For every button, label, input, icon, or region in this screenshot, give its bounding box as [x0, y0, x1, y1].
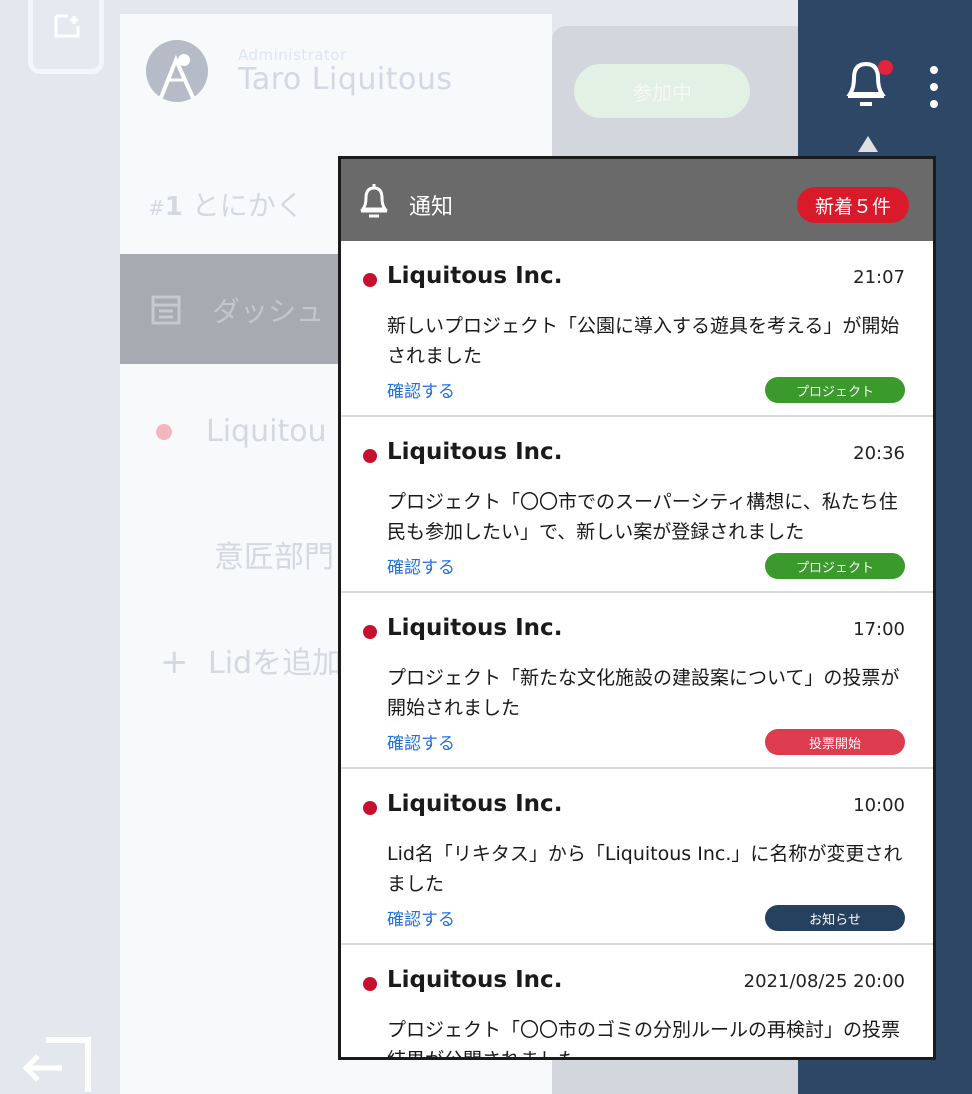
logout-button[interactable]: [22, 1036, 92, 1094]
notification-sender: Liquitous Inc.: [387, 439, 563, 465]
notification-item[interactable]: Liquitous Inc. 10:00 Lid名「リキタス」から「Liquit…: [341, 769, 933, 945]
notification-message: プロジェクト「〇〇市のゴミの分別ルールの再検討」の投票結果が公開されました: [387, 1019, 901, 1060]
more-vertical-icon: [930, 66, 938, 74]
confirm-link[interactable]: 確認する: [387, 729, 455, 754]
logout-icon: [22, 1037, 91, 1092]
dashboard-icon: [151, 295, 181, 325]
project-name: とにかく: [191, 189, 304, 222]
dashboard-label: ダッシュ: [212, 295, 325, 328]
avatar: [146, 40, 208, 102]
notification-item[interactable]: Liquitous Inc. 20:36 プロジェクト「〇〇市でのスーパーシティ…: [341, 417, 933, 593]
notification-sender: Liquitous Inc.: [387, 791, 563, 817]
lid-unread-dot: [156, 423, 172, 440]
notification-time: 21:07: [853, 267, 905, 288]
plus-icon: +: [160, 642, 189, 682]
category-tag: プロジェクト: [765, 553, 905, 579]
notification-item[interactable]: Liquitous Inc. 17:00 プロジェクト「新たな文化施設の建設案に…: [341, 593, 933, 769]
category-tag: プロジェクト: [765, 377, 905, 403]
avatar-image: [158, 54, 196, 101]
app-logo-button[interactable]: [28, 0, 104, 74]
notification-time: 2021/08/25 20:00: [743, 971, 905, 992]
notification-message: Lid名「リキタス」から「Liquitous Inc.」に名称が変更されました: [387, 843, 903, 895]
profile-text: Administrator Taro Liquitous: [238, 46, 453, 97]
user-name: Taro Liquitous: [238, 61, 453, 97]
notification-time: 17:00: [853, 619, 905, 640]
joined-status-badge: 参加中: [574, 64, 750, 118]
notification-time: 20:36: [853, 443, 905, 464]
notification-popup-header: 通知 新着５件: [341, 159, 933, 241]
notification-message: 新しいプロジェクト「公園に導入する遊具を考える」が開始されました: [387, 315, 900, 367]
popup-caret: [858, 136, 878, 152]
notification-sender: Liquitous Inc.: [387, 263, 563, 289]
bell-icon: [360, 184, 388, 218]
app-rail: [0, 0, 120, 1094]
app-logo-icon: [54, 14, 80, 38]
project-number-prefix: #: [148, 196, 165, 220]
unread-dot: [363, 977, 377, 991]
notification-list: Liquitous Inc. 21:07 新しいプロジェクト「公園に導入する遊具…: [341, 241, 933, 1060]
notification-message: プロジェクト「〇〇市でのスーパーシティ構想に、私たち住民も参加したい」で、新しい…: [387, 491, 898, 543]
more-vertical-icon-dot: [930, 83, 938, 91]
notification-sender: Liquitous Inc.: [387, 967, 563, 993]
notification-title: 通知: [409, 195, 454, 220]
new-count-badge: 新着５件: [796, 187, 909, 223]
more-menu-button[interactable]: [928, 66, 940, 117]
user-profile[interactable]: Administrator Taro Liquitous: [146, 40, 453, 102]
unread-dot: [363, 273, 377, 287]
notification-time: 10:00: [853, 795, 905, 816]
unread-dot: [363, 449, 377, 463]
project-number: #1: [148, 192, 183, 222]
confirm-link[interactable]: 確認する: [387, 553, 455, 578]
confirm-link[interactable]: 確認する: [387, 377, 455, 402]
confirm-link[interactable]: 確認する: [387, 905, 455, 930]
sidebar-item-project[interactable]: #1 とにかく: [148, 184, 304, 224]
unread-dot: [363, 801, 377, 815]
notification-item[interactable]: Liquitous Inc. 21:07 新しいプロジェクト「公園に導入する遊具…: [341, 241, 933, 417]
notification-item[interactable]: Liquitous Inc. 2021/08/25 20:00 プロジェクト「〇…: [341, 945, 933, 1060]
add-lid-button[interactable]: + Lidを追加: [160, 638, 342, 682]
unread-dot: [363, 625, 377, 639]
add-lid-label: Lidを追加: [208, 646, 343, 681]
notification-message: プロジェクト「新たな文化施設の建設案について」の投票が開始されました: [387, 667, 900, 719]
sidebar-item-department[interactable]: 意匠部門: [214, 532, 334, 576]
sidebar-item-lid[interactable]: Liquitou: [156, 414, 327, 449]
notification-sender: Liquitous Inc.: [387, 615, 563, 641]
lid-label: Liquitou: [206, 414, 327, 449]
more-vertical-icon-dot: [930, 100, 938, 108]
category-tag: お知らせ: [765, 905, 905, 931]
project-number-value: 1: [164, 192, 183, 222]
unread-indicator: [878, 60, 893, 75]
category-tag: 投票開始: [765, 729, 905, 755]
notification-popup: 通知 新着５件 Liquitous Inc. 21:07 新しいプロジェクト「公…: [338, 156, 936, 1060]
